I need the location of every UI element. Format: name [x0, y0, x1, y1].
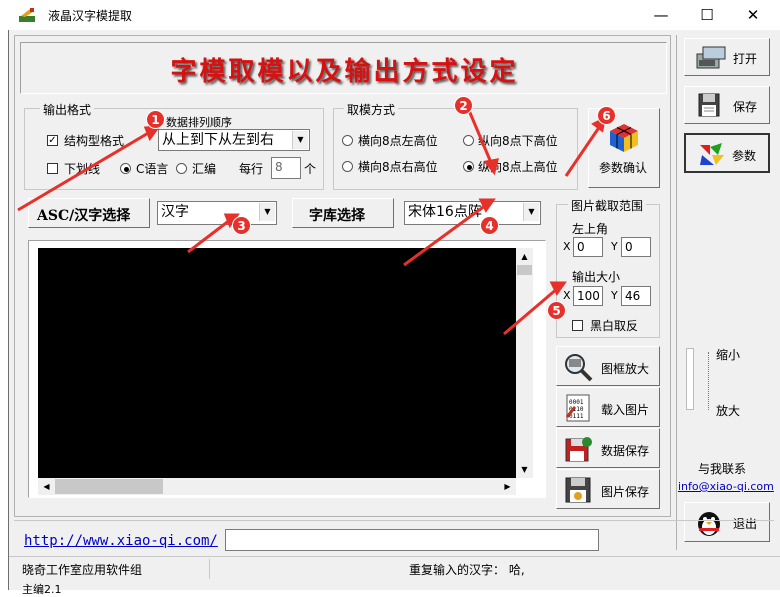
marker-1: 1: [146, 110, 165, 129]
marker-5: 5: [547, 301, 566, 320]
marker-4: 4: [480, 216, 499, 235]
arrow-4: [403, 203, 487, 267]
arrow-6: [564, 125, 602, 177]
marker-3: 3: [232, 216, 251, 235]
annotation-arrows: [17, 107, 607, 336]
arrow-3: [187, 218, 231, 254]
marker-2: 2: [454, 96, 473, 115]
arrow-2-head: [483, 158, 500, 176]
arrow-1: [17, 130, 151, 212]
arrow-2: [466, 107, 494, 166]
marker-6: 6: [597, 106, 616, 125]
